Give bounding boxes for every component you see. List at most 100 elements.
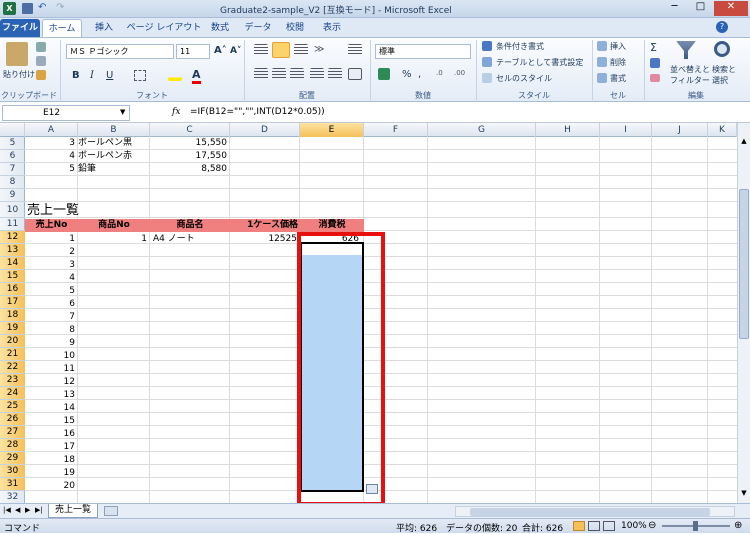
excel-app-icon[interactable]: X bbox=[3, 2, 16, 15]
row-header[interactable]: 6 bbox=[0, 150, 25, 163]
increase-decimal-icon[interactable]: .0 bbox=[436, 69, 450, 81]
cell-styles-button[interactable]: セルのスタイル bbox=[496, 73, 552, 84]
comma-button[interactable]: , bbox=[418, 69, 421, 80]
sheet-nav-first[interactable]: |◀ bbox=[3, 506, 11, 514]
cell-c5[interactable]: 15,550 bbox=[150, 137, 230, 150]
align-middle-icon[interactable] bbox=[272, 42, 290, 58]
increase-indent-icon[interactable] bbox=[328, 68, 342, 80]
bold-button[interactable]: B bbox=[72, 70, 80, 81]
decrease-indent-icon[interactable] bbox=[310, 68, 324, 80]
cell-sales-no[interactable]: 16 bbox=[25, 428, 78, 441]
sort-filter-icon[interactable] bbox=[676, 41, 696, 59]
tab-page-layout[interactable]: ページ レイアウト bbox=[126, 19, 202, 37]
format-as-table-button[interactable]: テーブルとして書式設定 bbox=[496, 57, 583, 68]
tab-view[interactable]: 表示 bbox=[316, 19, 348, 37]
sheet-tab-sales[interactable]: 売上一覧 bbox=[48, 504, 98, 518]
namebox-dropdown-icon[interactable]: ▼ bbox=[120, 108, 125, 116]
row-header[interactable]: 17 bbox=[0, 296, 25, 309]
save-icon[interactable] bbox=[22, 3, 33, 14]
tab-insert[interactable]: 挿入 bbox=[86, 19, 122, 37]
number-format-combo[interactable]: 標準 bbox=[375, 44, 471, 59]
format-painter-icon[interactable] bbox=[36, 70, 46, 80]
column-header-d[interactable]: D bbox=[230, 123, 300, 137]
currency-icon[interactable] bbox=[378, 68, 390, 80]
column-header-g[interactable]: G bbox=[428, 123, 536, 137]
sort-filter-label-2[interactable]: フィルター bbox=[670, 75, 710, 86]
tab-data[interactable]: データ bbox=[240, 19, 276, 37]
sheet-nav-last[interactable]: ▶| bbox=[35, 506, 43, 514]
cell-c7[interactable]: 8,580 bbox=[150, 163, 230, 176]
sort-filter-label-1[interactable]: 並べ替えと bbox=[670, 64, 710, 75]
cell-sales-no[interactable]: 5 bbox=[25, 285, 78, 298]
format-as-table-icon[interactable] bbox=[482, 57, 492, 67]
grow-font-icon[interactable]: A˄ bbox=[214, 45, 227, 56]
sheet-nav-next[interactable]: ▶ bbox=[25, 506, 30, 514]
column-header-a[interactable]: A bbox=[25, 123, 78, 137]
copy-icon[interactable] bbox=[36, 56, 46, 66]
font-color-icon[interactable]: A bbox=[192, 68, 201, 84]
horizontal-scrollbar[interactable] bbox=[455, 506, 735, 517]
delete-cells-icon[interactable] bbox=[597, 57, 607, 67]
column-header-b[interactable]: B bbox=[78, 123, 150, 137]
cell-sales-no[interactable]: 8 bbox=[25, 324, 78, 337]
conditional-format-button[interactable]: 条件付き書式 bbox=[496, 41, 544, 52]
sheet-nav-prev[interactable]: ◀ bbox=[15, 506, 20, 514]
cell-a6[interactable]: 4 bbox=[25, 150, 78, 163]
header-case-price[interactable]: 1ケース価格 bbox=[230, 219, 300, 232]
merge-center-icon[interactable] bbox=[348, 68, 362, 80]
column-header-j[interactable]: J bbox=[652, 123, 708, 137]
tab-review[interactable]: 校閲 bbox=[280, 19, 310, 37]
format-cells-button[interactable]: 書式 bbox=[610, 73, 626, 84]
row-header[interactable]: 9 bbox=[0, 189, 25, 202]
conditional-format-icon[interactable] bbox=[482, 41, 492, 51]
wrap-text-icon[interactable] bbox=[348, 44, 362, 56]
find-select-label-1[interactable]: 検索と bbox=[712, 64, 736, 75]
maximize-button[interactable]: □ bbox=[688, 1, 713, 16]
tab-file[interactable]: ファイル bbox=[0, 19, 40, 37]
header-tax[interactable]: 消費税 bbox=[300, 219, 364, 232]
cell-sales-no[interactable]: 6 bbox=[25, 298, 78, 311]
cell-sales-no[interactable]: 14 bbox=[25, 402, 78, 415]
cell-a7[interactable]: 5 bbox=[25, 163, 78, 176]
delete-cells-button[interactable]: 削除 bbox=[610, 57, 626, 68]
row-header[interactable]: 10 bbox=[0, 202, 25, 218]
cell-c6[interactable]: 17,550 bbox=[150, 150, 230, 163]
find-select-label-2[interactable]: 選択 bbox=[712, 75, 728, 86]
align-right-icon[interactable] bbox=[290, 68, 304, 80]
row-header[interactable]: 20 bbox=[0, 335, 25, 348]
close-button[interactable]: ✕ bbox=[714, 1, 748, 16]
cell-sales-no[interactable]: 11 bbox=[25, 363, 78, 376]
cell-d12[interactable]: 12525 bbox=[230, 233, 300, 246]
page-layout-view-icon[interactable] bbox=[588, 521, 600, 531]
align-bottom-icon[interactable] bbox=[294, 44, 308, 56]
undo-icon[interactable]: ↶ bbox=[38, 2, 46, 13]
row-header[interactable]: 31 bbox=[0, 478, 25, 491]
row-header[interactable]: 5 bbox=[0, 137, 25, 150]
format-cells-icon[interactable] bbox=[597, 73, 607, 83]
percent-button[interactable]: % bbox=[402, 69, 412, 80]
row-header[interactable]: 13 bbox=[0, 244, 25, 257]
row-header[interactable]: 22 bbox=[0, 361, 25, 374]
row-header[interactable]: 30 bbox=[0, 465, 25, 478]
zoom-level[interactable]: 100% bbox=[621, 521, 647, 531]
cell-sales-no[interactable]: 4 bbox=[25, 272, 78, 285]
align-top-icon[interactable] bbox=[254, 44, 268, 56]
font-size-combo[interactable]: 11 bbox=[176, 44, 210, 59]
column-header-f[interactable]: F bbox=[364, 123, 428, 137]
cell-sales-no[interactable]: 9 bbox=[25, 337, 78, 350]
row-header[interactable]: 21 bbox=[0, 348, 25, 361]
cell-sales-no[interactable]: 7 bbox=[25, 311, 78, 324]
row-header[interactable]: 28 bbox=[0, 439, 25, 452]
insert-cells-icon[interactable] bbox=[597, 41, 607, 51]
cell-sales-no[interactable]: 19 bbox=[25, 467, 78, 480]
row-header[interactable]: 8 bbox=[0, 176, 25, 189]
cell-c12[interactable]: A4 ノート bbox=[153, 233, 230, 246]
cell-a5[interactable]: 3 bbox=[25, 137, 78, 150]
row-header[interactable]: 15 bbox=[0, 270, 25, 283]
insert-function-button[interactable]: fx bbox=[172, 107, 180, 117]
row-header[interactable]: 16 bbox=[0, 283, 25, 296]
row-header[interactable]: 24 bbox=[0, 387, 25, 400]
paste-icon[interactable] bbox=[6, 42, 28, 66]
font-name-combo[interactable]: ＭＳ Ｐゴシック bbox=[66, 44, 174, 59]
row-header[interactable]: 27 bbox=[0, 426, 25, 439]
